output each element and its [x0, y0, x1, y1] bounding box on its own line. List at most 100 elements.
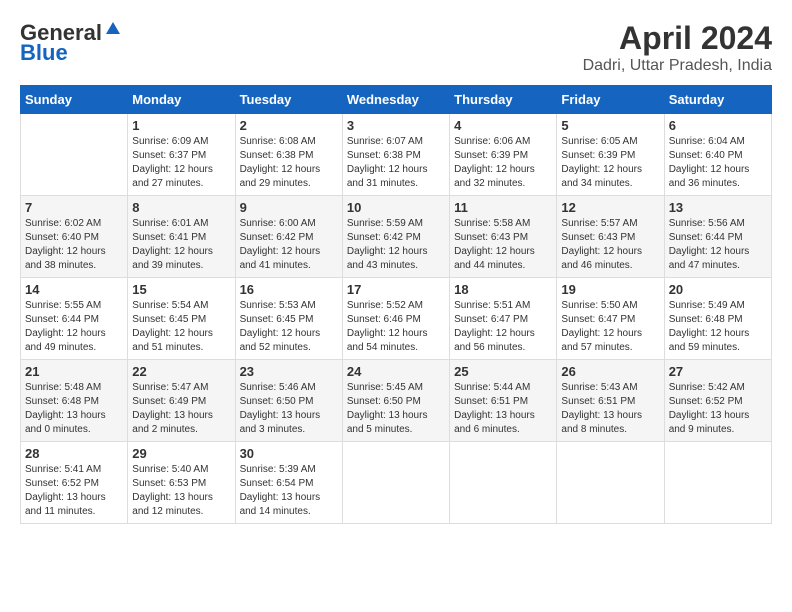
day-info: Sunrise: 5:42 AM Sunset: 6:52 PM Dayligh…: [669, 381, 767, 437]
calendar-cell: 22 Sunrise: 5:47 AM Sunset: 6:49 PM Dayli…: [128, 360, 235, 442]
day-info: Sunrise: 6:06 AM Sunset: 6:39 PM Dayligh…: [454, 135, 552, 191]
calendar-cell: 6 Sunrise: 6:04 AM Sunset: 6:40 PM Daylig…: [664, 114, 771, 196]
calendar-cell: 9 Sunrise: 6:00 AM Sunset: 6:42 PM Daylig…: [235, 196, 342, 278]
calendar-cell: [450, 442, 557, 524]
day-info: Sunrise: 5:56 AM Sunset: 6:44 PM Dayligh…: [669, 217, 767, 273]
calendar-cell: 14 Sunrise: 5:55 AM Sunset: 6:44 PM Dayli…: [21, 278, 128, 360]
calendar-cell: 11Sunrise: 5:58 AM Sunset: 6:43 PM Dayli…: [450, 196, 557, 278]
page-subtitle: Dadri, Uttar Pradesh, India: [583, 57, 772, 75]
day-number: 3: [347, 118, 445, 133]
calendar-cell: 23 Sunrise: 5:46 AM Sunset: 6:50 PM Dayli…: [235, 360, 342, 442]
day-info: Sunrise: 5:59 AM Sunset: 6:42 PM Dayligh…: [347, 217, 445, 273]
calendar-table: SundayMondayTuesdayWednesdayThursdayFrid…: [20, 85, 772, 524]
header-day-thursday: Thursday: [450, 86, 557, 114]
calendar-cell: 28 Sunrise: 5:41 AM Sunset: 6:52 PM Dayli…: [21, 442, 128, 524]
header-day-tuesday: Tuesday: [235, 86, 342, 114]
day-number: 18: [454, 282, 552, 297]
day-info: Sunrise: 5:48 AM Sunset: 6:48 PM Dayligh…: [25, 381, 123, 437]
day-info: Sunrise: 5:45 AM Sunset: 6:50 PM Dayligh…: [347, 381, 445, 437]
day-info: Sunrise: 5:49 AM Sunset: 6:48 PM Dayligh…: [669, 299, 767, 355]
calendar-cell: [664, 442, 771, 524]
calendar-cell: 10 Sunrise: 5:59 AM Sunset: 6:42 PM Dayli…: [342, 196, 449, 278]
day-number: 8: [132, 200, 230, 215]
calendar-cell: 13 Sunrise: 5:56 AM Sunset: 6:44 PM Dayli…: [664, 196, 771, 278]
calendar-cell: [21, 114, 128, 196]
day-number: 13: [669, 200, 767, 215]
calendar-cell: 18 Sunrise: 5:51 AM Sunset: 6:47 PM Dayli…: [450, 278, 557, 360]
day-info: Sunrise: 6:09 AM Sunset: 6:37 PM Dayligh…: [132, 135, 230, 191]
calendar-cell: 20 Sunrise: 5:49 AM Sunset: 6:48 PM Dayli…: [664, 278, 771, 360]
calendar-cell: 26Sunrise: 5:43 AM Sunset: 6:51 PM Dayli…: [557, 360, 664, 442]
day-number: 14: [25, 282, 123, 297]
day-number: 5: [561, 118, 659, 133]
calendar-cell: 12Sunrise: 5:57 AM Sunset: 6:43 PM Dayli…: [557, 196, 664, 278]
day-number: 28: [25, 446, 123, 461]
week-row-1: 1 Sunrise: 6:09 AM Sunset: 6:37 PM Daylig…: [21, 114, 772, 196]
day-number: 1: [132, 118, 230, 133]
calendar-cell: 8 Sunrise: 6:01 AM Sunset: 6:41 PM Daylig…: [128, 196, 235, 278]
week-row-3: 14 Sunrise: 5:55 AM Sunset: 6:44 PM Dayli…: [21, 278, 772, 360]
week-row-4: 21 Sunrise: 5:48 AM Sunset: 6:48 PM Dayli…: [21, 360, 772, 442]
calendar-cell: 2Sunrise: 6:08 AM Sunset: 6:38 PM Daylig…: [235, 114, 342, 196]
calendar-cell: 30Sunrise: 5:39 AM Sunset: 6:54 PM Dayli…: [235, 442, 342, 524]
day-number: 16: [240, 282, 338, 297]
day-number: 6: [669, 118, 767, 133]
week-row-5: 28 Sunrise: 5:41 AM Sunset: 6:52 PM Dayli…: [21, 442, 772, 524]
day-number: 21: [25, 364, 123, 379]
calendar-cell: 15 Sunrise: 5:54 AM Sunset: 6:45 PM Dayli…: [128, 278, 235, 360]
day-info: Sunrise: 6:01 AM Sunset: 6:41 PM Dayligh…: [132, 217, 230, 273]
day-info: Sunrise: 5:54 AM Sunset: 6:45 PM Dayligh…: [132, 299, 230, 355]
calendar-cell: 19 Sunrise: 5:50 AM Sunset: 6:47 PM Dayli…: [557, 278, 664, 360]
day-info: Sunrise: 5:57 AM Sunset: 6:43 PM Dayligh…: [561, 217, 659, 273]
logo-icon: [104, 20, 122, 38]
day-number: 11: [454, 200, 552, 215]
day-number: 23: [240, 364, 338, 379]
week-row-2: 7 Sunrise: 6:02 AM Sunset: 6:40 PM Daylig…: [21, 196, 772, 278]
day-info: Sunrise: 6:02 AM Sunset: 6:40 PM Dayligh…: [25, 217, 123, 273]
day-info: Sunrise: 5:52 AM Sunset: 6:46 PM Dayligh…: [347, 299, 445, 355]
day-info: Sunrise: 5:39 AM Sunset: 6:54 PM Dayligh…: [240, 463, 338, 519]
page-title: April 2024: [583, 20, 772, 57]
header-day-friday: Friday: [557, 86, 664, 114]
day-number: 9: [240, 200, 338, 215]
day-number: 7: [25, 200, 123, 215]
day-number: 26: [561, 364, 659, 379]
day-info: Sunrise: 5:47 AM Sunset: 6:49 PM Dayligh…: [132, 381, 230, 437]
calendar-cell: 1 Sunrise: 6:09 AM Sunset: 6:37 PM Daylig…: [128, 114, 235, 196]
calendar-cell: 29 Sunrise: 5:40 AM Sunset: 6:53 PM Dayli…: [128, 442, 235, 524]
day-info: Sunrise: 5:44 AM Sunset: 6:51 PM Dayligh…: [454, 381, 552, 437]
calendar-cell: [342, 442, 449, 524]
calendar-cell: 3 Sunrise: 6:07 AM Sunset: 6:38 PM Daylig…: [342, 114, 449, 196]
day-number: 24: [347, 364, 445, 379]
header-day-monday: Monday: [128, 86, 235, 114]
day-info: Sunrise: 5:51 AM Sunset: 6:47 PM Dayligh…: [454, 299, 552, 355]
day-info: Sunrise: 6:04 AM Sunset: 6:40 PM Dayligh…: [669, 135, 767, 191]
day-info: Sunrise: 5:55 AM Sunset: 6:44 PM Dayligh…: [25, 299, 123, 355]
calendar-cell: 7 Sunrise: 6:02 AM Sunset: 6:40 PM Daylig…: [21, 196, 128, 278]
calendar-cell: 24 Sunrise: 5:45 AM Sunset: 6:50 PM Dayli…: [342, 360, 449, 442]
header-day-wednesday: Wednesday: [342, 86, 449, 114]
day-number: 27: [669, 364, 767, 379]
day-number: 22: [132, 364, 230, 379]
day-info: Sunrise: 5:46 AM Sunset: 6:50 PM Dayligh…: [240, 381, 338, 437]
header-day-sunday: Sunday: [21, 86, 128, 114]
day-info: Sunrise: 5:41 AM Sunset: 6:52 PM Dayligh…: [25, 463, 123, 519]
logo-blue: Blue: [20, 40, 68, 66]
logo: General Blue: [20, 20, 122, 66]
day-number: 10: [347, 200, 445, 215]
header-day-saturday: Saturday: [664, 86, 771, 114]
day-number: 19: [561, 282, 659, 297]
day-info: Sunrise: 6:00 AM Sunset: 6:42 PM Dayligh…: [240, 217, 338, 273]
day-number: 29: [132, 446, 230, 461]
day-info: Sunrise: 5:53 AM Sunset: 6:45 PM Dayligh…: [240, 299, 338, 355]
day-number: 20: [669, 282, 767, 297]
day-info: Sunrise: 5:50 AM Sunset: 6:47 PM Dayligh…: [561, 299, 659, 355]
header: General Blue April 2024 Dadri, Uttar Pra…: [20, 20, 772, 75]
day-info: Sunrise: 6:07 AM Sunset: 6:38 PM Dayligh…: [347, 135, 445, 191]
calendar-cell: 25Sunrise: 5:44 AM Sunset: 6:51 PM Dayli…: [450, 360, 557, 442]
day-info: Sunrise: 5:40 AM Sunset: 6:53 PM Dayligh…: [132, 463, 230, 519]
calendar-cell: 4Sunrise: 6:06 AM Sunset: 6:39 PM Daylig…: [450, 114, 557, 196]
calendar-cell: 16 Sunrise: 5:53 AM Sunset: 6:45 PM Dayli…: [235, 278, 342, 360]
day-number: 15: [132, 282, 230, 297]
calendar-cell: 17Sunrise: 5:52 AM Sunset: 6:46 PM Dayli…: [342, 278, 449, 360]
